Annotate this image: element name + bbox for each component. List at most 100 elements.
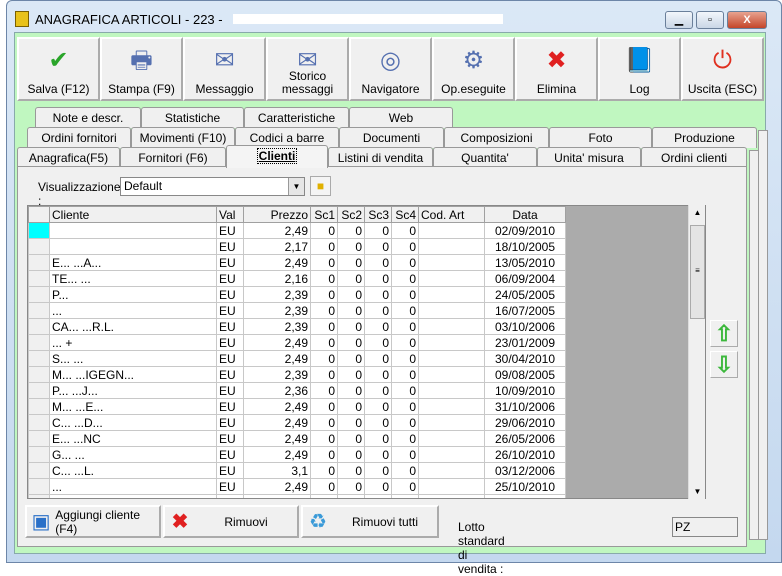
table-row[interactable]: ... + EU 2,49 0 0 0 0 23/01/2009 [28, 334, 566, 351]
cell-prezzo[interactable]: 2,17 [243, 238, 311, 255]
cell-sc3[interactable]: 0 [364, 462, 392, 479]
cell-sc4[interactable]: 0 [391, 478, 419, 495]
table-row[interactable]: EU 2,49 0 0 0 0 02/09/2010 [28, 222, 566, 239]
cell-sc3[interactable]: 0 [364, 302, 392, 319]
table-row[interactable]: M...EU2,49000026/02/2009 [28, 494, 566, 498]
cell-sc4[interactable]: 0 [391, 286, 419, 303]
cell-sc2[interactable]: 0 [337, 350, 365, 367]
cell-sc1[interactable]: 0 [310, 302, 338, 319]
cell-cliente[interactable]: E... ...NC [49, 430, 217, 447]
remove-all-button[interactable]: ♻ Rimuovi tutti [301, 505, 439, 538]
cell-cod-art[interactable] [418, 366, 485, 383]
cell-sc2[interactable]: 0 [337, 222, 365, 239]
cell-sc4[interactable]: 0 [391, 446, 419, 463]
cell-prezzo[interactable]: 2,49 [243, 430, 311, 447]
toolbar-button-storico-messaggi[interactable]: ✉ Storico messaggi [266, 37, 349, 101]
cell-cliente[interactable]: C... ...L. [49, 462, 217, 479]
cell-data[interactable]: 09/08/2005 [484, 366, 566, 383]
toolbar-button-op-eseguite[interactable]: ⚙ Op.eseguite [432, 37, 515, 101]
cell-sc1[interactable]: 0 [310, 366, 338, 383]
cell-val[interactable]: EU [216, 398, 244, 415]
cell-sc1[interactable]: 0 [310, 478, 338, 495]
row-indicator[interactable] [28, 350, 50, 367]
cell-sc4[interactable]: 0 [391, 462, 419, 479]
row-indicator[interactable] [28, 430, 50, 447]
cell-data[interactable]: 25/10/2010 [484, 478, 566, 495]
tab-web[interactable]: Web [349, 107, 453, 128]
cell-data[interactable]: 06/09/2004 [484, 270, 566, 287]
maximize-button[interactable]: ▫ [696, 11, 724, 29]
row-indicator[interactable] [28, 478, 50, 495]
column-header[interactable]: Sc4 [391, 206, 419, 223]
cell-sc2[interactable]: 0 [337, 430, 365, 447]
table-row[interactable]: ... EU 2,39 0 0 0 0 16/07/2005 [28, 302, 566, 319]
row-indicator[interactable] [28, 462, 50, 479]
cell-sc4[interactable]: 0 [391, 366, 419, 383]
cell-val[interactable]: EU [216, 254, 244, 271]
column-header[interactable]: Cliente [49, 206, 217, 223]
cell-sc4[interactable]: 0 [391, 318, 419, 335]
cell-cod-art[interactable] [418, 222, 485, 239]
cell-sc2[interactable]: 0 [337, 302, 365, 319]
cell-sc1[interactable]: 0 [310, 238, 338, 255]
cell-data[interactable]: 23/01/2009 [484, 334, 566, 351]
cell-prezzo[interactable]: 2,36 [243, 382, 311, 399]
tab-fornitori-f6[interactable]: Fornitori (F6) [120, 147, 226, 168]
cell-val[interactable]: EU [216, 366, 244, 383]
cell-sc1[interactable]: 0 [310, 462, 338, 479]
cell-sc3[interactable]: 0 [364, 414, 392, 431]
cell-sc2[interactable]: 0 [337, 478, 365, 495]
cell-sc2[interactable]: 0 [337, 462, 365, 479]
column-header[interactable]: Sc1 [310, 206, 338, 223]
cell-prezzo[interactable]: 2,39 [243, 286, 311, 303]
cell-prezzo[interactable]: 2,39 [243, 318, 311, 335]
cell-val[interactable]: EU [216, 350, 244, 367]
cell-sc4[interactable]: 0 [391, 270, 419, 287]
cell-sc2[interactable]: 0 [337, 414, 365, 431]
cell-sc1[interactable]: 0 [310, 254, 338, 271]
row-indicator[interactable] [28, 446, 50, 463]
cell-sc2[interactable]: 0 [337, 446, 365, 463]
cell-sc1[interactable]: 0 [310, 270, 338, 287]
lot-field[interactable]: PZ [672, 517, 738, 537]
cell-val[interactable]: EU [216, 430, 244, 447]
cell-sc4[interactable]: 0 [391, 334, 419, 351]
cell-cod-art[interactable] [418, 254, 485, 271]
cell-cod-art[interactable] [418, 334, 485, 351]
cell-sc4[interactable]: 0 [391, 222, 419, 239]
cell-cliente[interactable]: P... [49, 286, 217, 303]
cell-sc1[interactable]: 0 [310, 382, 338, 399]
chevron-down-icon[interactable]: ▼ [288, 178, 304, 195]
row-indicator[interactable] [28, 222, 50, 239]
cell-data[interactable]: 26/02/2009 [484, 494, 566, 498]
cell-sc2[interactable]: 0 [337, 270, 365, 287]
tab-clienti[interactable]: Clienti [226, 145, 328, 168]
add-client-button[interactable]: ▣ Aggiungi cliente (F4) [25, 505, 161, 538]
cell-sc4[interactable]: 0 [391, 350, 419, 367]
cell-data[interactable]: 02/09/2010 [484, 222, 566, 239]
cell-sc2[interactable]: 0 [337, 334, 365, 351]
cell-prezzo[interactable]: 2,49 [243, 334, 311, 351]
toolbar-button-salva-f12[interactable]: ✔ Salva (F12) [17, 37, 100, 101]
tab-ordini-fornitori[interactable]: Ordini fornitori [27, 127, 131, 148]
cell-val[interactable]: EU [216, 414, 244, 431]
cell-sc3[interactable]: 0 [364, 238, 392, 255]
row-indicator[interactable] [28, 286, 50, 303]
move-up-button[interactable]: ⇧ [710, 320, 738, 347]
tab-anagrafica-f5[interactable]: Anagrafica(F5) [17, 147, 120, 168]
cell-val[interactable]: EU [216, 318, 244, 335]
cell-cod-art[interactable] [418, 462, 485, 479]
cell-data[interactable]: 26/05/2006 [484, 430, 566, 447]
scroll-thumb[interactable]: ≡ [690, 225, 705, 319]
cell-data[interactable]: 03/10/2006 [484, 318, 566, 335]
cell-val[interactable]: EU [216, 238, 244, 255]
close-button[interactable]: X [727, 11, 767, 29]
toolbar-button-log[interactable]: 📘 Log [598, 37, 681, 101]
cell-val[interactable]: EU [216, 334, 244, 351]
cell-cod-art[interactable] [418, 302, 485, 319]
folder-icon[interactable]: ■ [310, 176, 331, 196]
cell-data[interactable]: 30/04/2010 [484, 350, 566, 367]
remove-button[interactable]: ✖ Rimuovi [163, 505, 299, 538]
cell-sc3[interactable]: 0 [364, 318, 392, 335]
cell-data[interactable]: 31/10/2006 [484, 398, 566, 415]
